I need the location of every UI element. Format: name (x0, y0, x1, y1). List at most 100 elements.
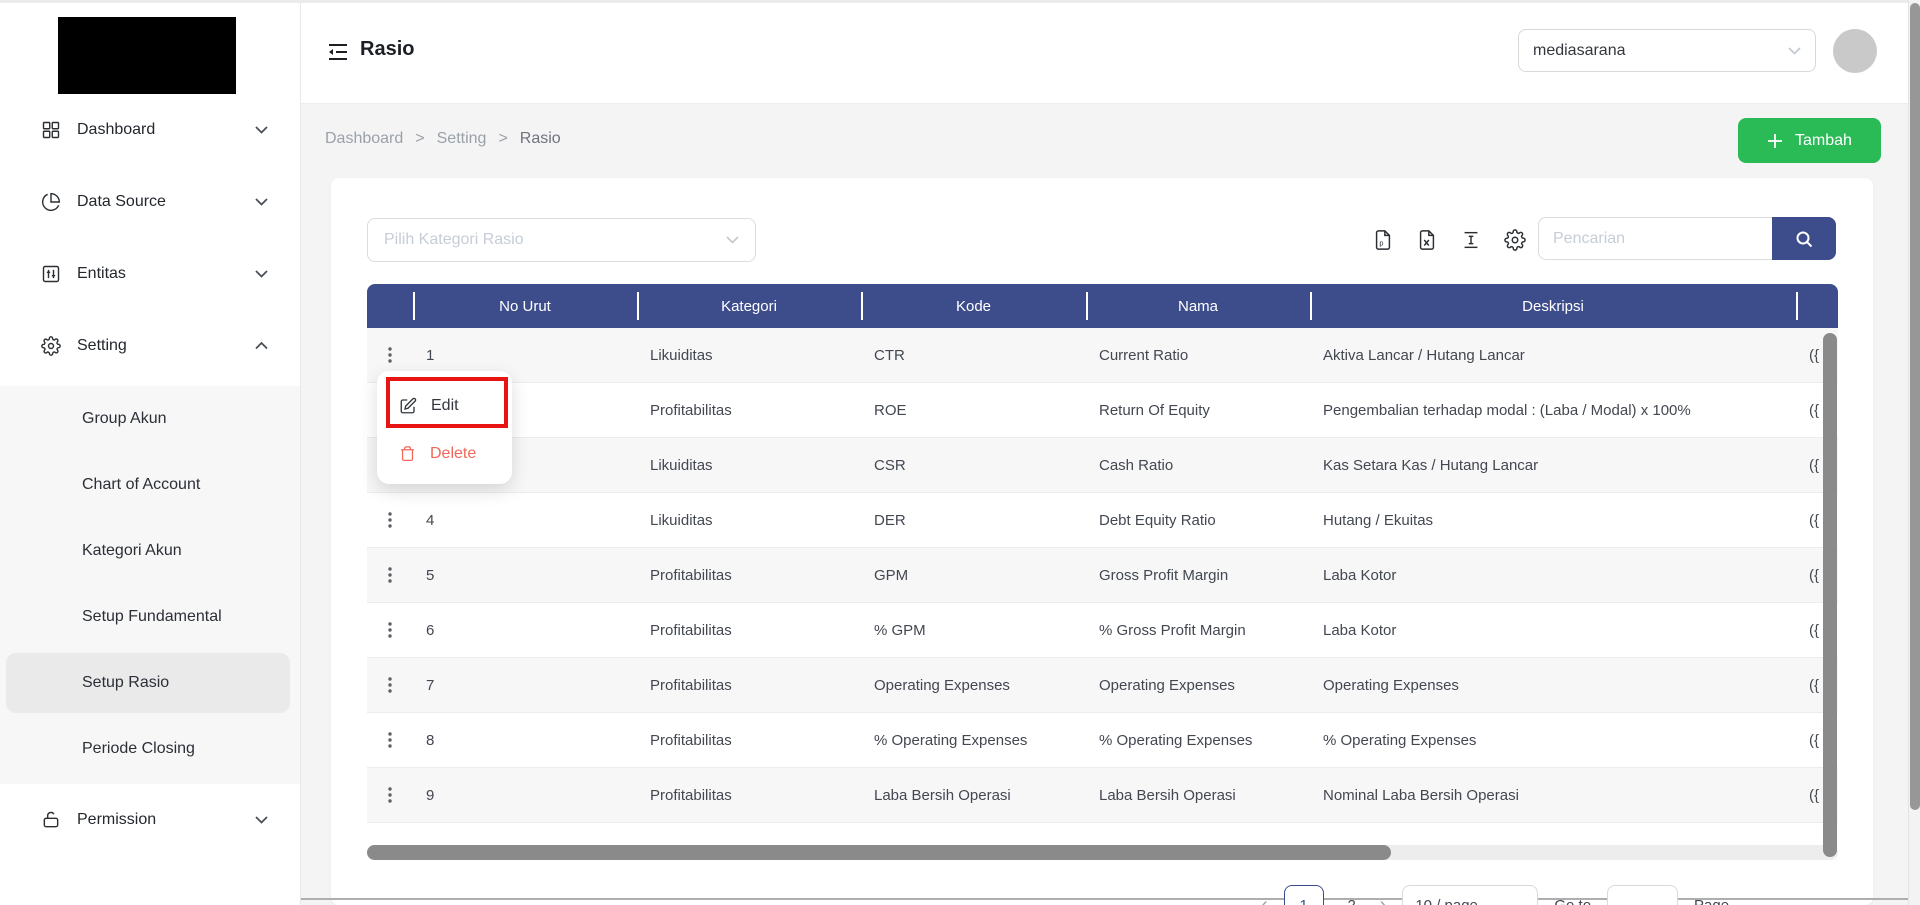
cell-kode: GPM (861, 567, 1086, 584)
context-menu-delete[interactable]: Delete (377, 431, 512, 477)
table-settings-icon[interactable] (1503, 228, 1527, 252)
row-actions-kebab-icon[interactable] (367, 346, 413, 364)
chevron-down-icon (255, 816, 268, 824)
table-row: 5ProfitabilitasGPMGross Profit MarginLab… (367, 548, 1838, 603)
cell-nama: Laba Bersih Operasi (1086, 787, 1310, 804)
cell-deskripsi: % Operating Expenses (1310, 732, 1796, 749)
sidebar-item-permission[interactable]: Permission (0, 796, 300, 844)
context-menu-edit[interactable]: Edit (377, 381, 512, 431)
cell-nama: Debt Equity Ratio (1086, 512, 1310, 529)
sidebar-item-chart-of-account[interactable]: Chart of Account (0, 452, 300, 518)
table-card: Pilih Kategori Rasio p (331, 178, 1873, 905)
cell-no-urut: 6 (413, 622, 637, 639)
cell-kode: Laba Bersih Operasi (861, 787, 1086, 804)
horizontal-scrollbar-thumb[interactable] (367, 845, 1391, 860)
unlock-icon (40, 809, 62, 831)
cell-kategori: Profitabilitas (637, 567, 861, 584)
horizontal-scrollbar-track[interactable] (367, 845, 1838, 860)
export-excel-icon[interactable] (1415, 228, 1439, 252)
cell-kategori: Profitabilitas (637, 402, 861, 419)
cell-nama: % Gross Profit Margin (1086, 622, 1310, 639)
sidebar-item-dashboard[interactable]: Dashboard (0, 106, 300, 154)
chevron-down-icon (1788, 42, 1801, 60)
company-select[interactable]: mediasarana (1518, 29, 1816, 72)
window-scrollbar-track[interactable] (1908, 0, 1920, 905)
row-actions-kebab-icon[interactable] (367, 731, 413, 749)
context-menu-delete-label: Delete (430, 445, 476, 463)
sidebar-item-setting[interactable]: Setting (0, 322, 300, 370)
sidebar-item-setup-fundamental[interactable]: Setup Fundamental (0, 584, 300, 650)
sidebar-item-kategori-akun[interactable]: Kategori Akun (0, 518, 300, 584)
row-actions-kebab-icon[interactable] (367, 786, 413, 804)
cell-kode: CSR (861, 457, 1086, 474)
cell-no-urut: 4 (413, 512, 637, 529)
table-row: 8Profitabilitas% Operating Expenses% Ope… (367, 713, 1838, 768)
next-page-icon[interactable]: › (1380, 885, 1387, 905)
sidebar-item-label: Permission (77, 811, 156, 829)
sidebar-item-periode-closing[interactable]: Periode Closing (0, 716, 300, 782)
page-button[interactable]: 2 (1340, 897, 1364, 905)
cell-kode: DER (861, 512, 1086, 529)
prev-page-icon[interactable]: ‹ (1261, 885, 1268, 905)
table-vertical-scrollbar[interactable] (1823, 333, 1837, 857)
page-jumper-prefix: Go to (1554, 897, 1591, 905)
page-size-select[interactable]: 10 / page (1402, 885, 1538, 905)
cell-deskripsi: Kas Setara Kas / Hutang Lancar (1310, 457, 1796, 474)
sliders-icon (40, 263, 62, 285)
cell-deskripsi: Laba Kotor (1310, 567, 1796, 584)
cell-kategori: Likuiditas (637, 347, 861, 364)
table-row: 6Profitabilitas% GPM% Gross Profit Margi… (367, 603, 1838, 658)
breadcrumb-item[interactable]: Setting (437, 130, 487, 148)
header-kode: Kode (861, 298, 1086, 315)
row-actions-kebab-icon[interactable] (367, 566, 413, 584)
kategori-rasio-select[interactable]: Pilih Kategori Rasio (367, 218, 756, 262)
cell-kategori: Profitabilitas (637, 622, 861, 639)
row-actions-kebab-icon[interactable] (367, 676, 413, 694)
cell-deskripsi: Laba Kotor (1310, 622, 1796, 639)
main-content: Dashboard > Setting > Rasio Tambah Pilih… (300, 104, 1920, 905)
collapse-sidebar-icon[interactable] (326, 40, 352, 66)
breadcrumb-separator: > (498, 130, 507, 148)
search-input[interactable] (1538, 217, 1772, 260)
search-button[interactable] (1772, 217, 1836, 260)
table-row: 2ProfitabilitasROEReturn Of EquityPengem… (367, 383, 1838, 438)
cell-kode: % Operating Expenses (861, 732, 1086, 749)
page-jumper-input[interactable] (1607, 885, 1678, 905)
cell-nama: Current Ratio (1086, 347, 1310, 364)
cell-no-urut: 8 (413, 732, 637, 749)
header-no-urut: No Urut (413, 298, 637, 315)
row-actions-kebab-icon[interactable] (367, 511, 413, 529)
chevron-down-icon (255, 198, 268, 206)
trash-icon (399, 445, 416, 463)
export-pdf-icon[interactable]: p (1371, 228, 1395, 252)
sidebar-item-data-source[interactable]: Data Source (0, 178, 300, 226)
text-height-icon[interactable] (1459, 228, 1483, 252)
window-scrollbar-thumb[interactable] (1910, 3, 1920, 810)
sidebar-item-setup-rasio[interactable]: Setup Rasio (0, 650, 300, 716)
sidebar-item-label: Dashboard (77, 121, 155, 139)
page-title: Rasio (360, 38, 414, 61)
table-row: 9ProfitabilitasLaba Bersih OperasiLaba B… (367, 768, 1838, 823)
sidebar-item-group-akun[interactable]: Group Akun (0, 386, 300, 452)
cell-deskripsi: Hutang / Ekuitas (1310, 512, 1796, 529)
page-button-current[interactable]: 1 (1284, 885, 1324, 905)
pagination: ‹ 1 2 › 10 / page Go to Page (1261, 885, 1729, 905)
sidebar: Dashboard Data Source Entitas (0, 0, 301, 905)
add-button[interactable]: Tambah (1738, 118, 1881, 163)
row-actions-kebab-icon[interactable] (367, 621, 413, 639)
avatar[interactable] (1833, 29, 1877, 73)
cell-kode: ROE (861, 402, 1086, 419)
sidebar-item-entitas[interactable]: Entitas (0, 250, 300, 298)
breadcrumb-item[interactable]: Dashboard (325, 130, 403, 148)
table-row: 4LikuiditasDERDebt Equity RatioHutang / … (367, 493, 1838, 548)
setting-submenu: Group Akun Chart of Account Kategori Aku… (0, 386, 300, 784)
cell-kategori: Profitabilitas (637, 787, 861, 804)
chevron-down-icon (726, 231, 739, 249)
search-group (1538, 217, 1836, 260)
table-row: 7ProfitabilitasOperating ExpensesOperati… (367, 658, 1838, 713)
sidebar-item-label: Data Source (77, 193, 166, 211)
cell-kategori: Profitabilitas (637, 732, 861, 749)
cell-kode: Operating Expenses (861, 677, 1086, 694)
cell-kode: % GPM (861, 622, 1086, 639)
search-icon (1794, 229, 1814, 249)
